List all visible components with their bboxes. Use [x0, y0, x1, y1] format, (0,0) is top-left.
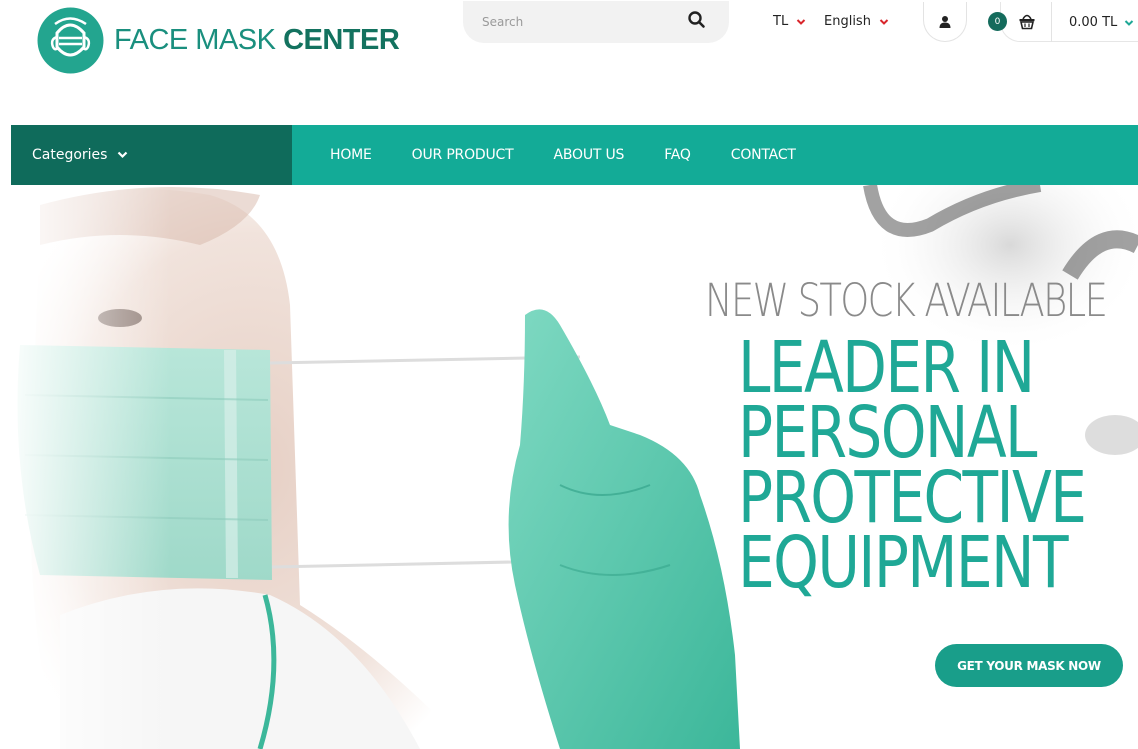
basket-icon[interactable] [1018, 12, 1036, 30]
categories-menu[interactable]: Categories [11, 125, 292, 185]
main-navbar: Categories HOME OUR PRODUCT ABOUT US FAQ… [11, 125, 1138, 185]
chevron-down-icon [1125, 19, 1134, 26]
nav-faq[interactable]: FAQ [664, 147, 691, 163]
language-dropdown[interactable]: English [824, 14, 889, 29]
search-icon[interactable] [687, 10, 707, 30]
cart-total-value: 0.00 TL [1069, 15, 1118, 30]
logo-text: FACE MASK CENTER [114, 24, 400, 57]
categories-label: Categories [32, 147, 108, 163]
nav-our-product[interactable]: OUR PRODUCT [412, 147, 514, 163]
user-icon [939, 15, 951, 28]
cart-widget[interactable]: 0 0.00 TL [986, 2, 1138, 42]
hero-title: LEADER IN PERSONAL PROTECTIVE EQUIPMENT [738, 332, 1087, 604]
hero-banner: NEW STOCK AVAILABLE LEADER IN PERSONAL P… [0, 185, 1138, 749]
get-mask-button[interactable]: GET YOUR MASK NOW [935, 644, 1123, 687]
hero-eyebrow: NEW STOCK AVAILABLE [705, 274, 1108, 327]
cart-total[interactable]: 0.00 TL [1069, 15, 1134, 30]
language-value: English [824, 14, 871, 29]
main-menu: HOME OUR PRODUCT ABOUT US FAQ CONTACT [330, 125, 836, 185]
nav-about-us[interactable]: ABOUT US [553, 147, 624, 163]
site-logo[interactable]: FACE MASK CENTER [37, 7, 400, 74]
account-button[interactable] [923, 2, 967, 42]
nav-contact[interactable]: CONTACT [731, 147, 796, 163]
hero-title-line: EQUIPMENT [738, 521, 1069, 604]
search-bar [463, 1, 729, 43]
face-mask-logo-icon [37, 7, 104, 74]
chevron-down-icon [118, 151, 128, 159]
logo-word-2: CENTER [283, 24, 400, 56]
chevron-down-icon [796, 18, 806, 25]
cart-divider [1051, 2, 1052, 42]
nav-home[interactable]: HOME [330, 147, 372, 163]
search-input[interactable] [482, 7, 672, 37]
cart-count-badge: 0 [988, 12, 1007, 31]
chevron-down-icon [879, 18, 889, 25]
logo-word-1: FACE MASK [114, 24, 276, 56]
currency-value: TL [773, 14, 789, 29]
currency-dropdown[interactable]: TL [773, 14, 806, 29]
